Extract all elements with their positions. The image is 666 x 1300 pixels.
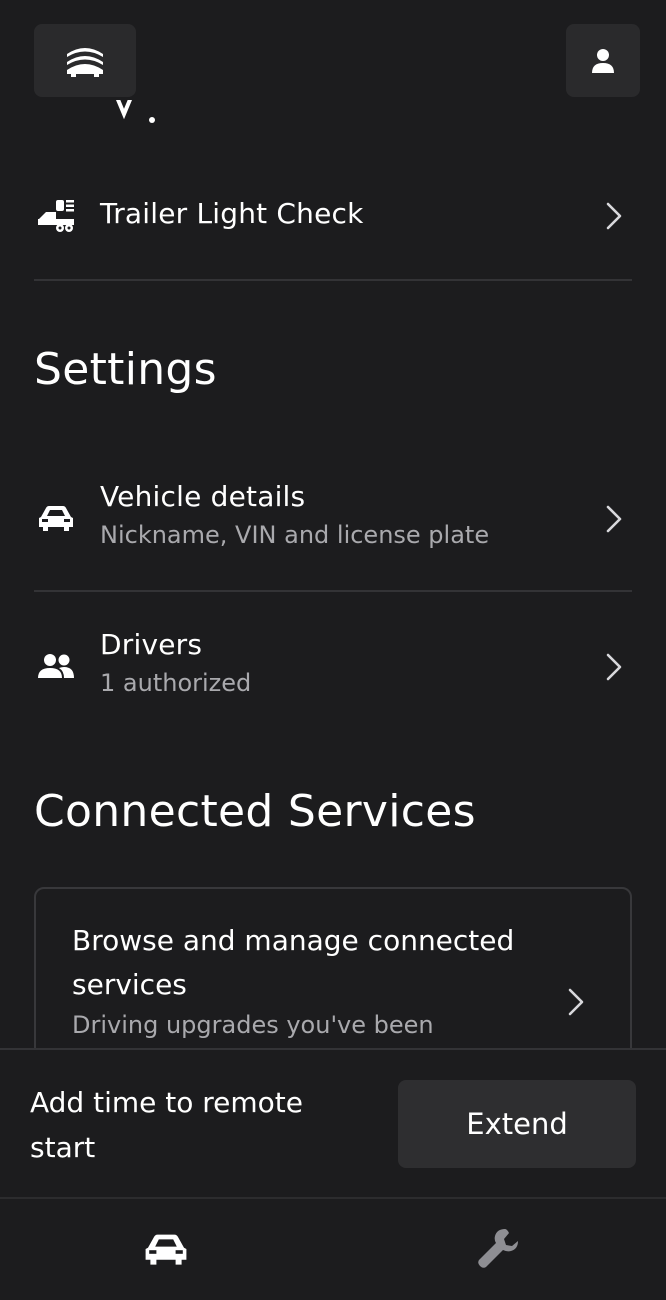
trailer-light-check-label: Trailer Light Check bbox=[100, 197, 364, 230]
trailer-light-icon bbox=[34, 194, 78, 238]
settings-heading: Settings bbox=[34, 344, 217, 395]
chevron-right-icon bbox=[568, 988, 584, 1016]
card-subtitle: Driving upgrades you've been bbox=[72, 1011, 434, 1039]
divider bbox=[34, 279, 632, 281]
connected-services-heading: Connected Services bbox=[34, 786, 476, 837]
card-title: Browse and manage connected services bbox=[72, 924, 515, 1001]
bottom-nav bbox=[0, 1197, 666, 1300]
vehicle-stack-icon bbox=[67, 47, 103, 77]
person-icon bbox=[592, 48, 614, 73]
screen: Trailer Light Check Settings Vehicle det… bbox=[0, 0, 666, 1300]
chevron-right-icon bbox=[606, 653, 622, 681]
vehicle-details-label: Vehicle details bbox=[100, 480, 306, 513]
profile-button[interactable] bbox=[566, 24, 640, 97]
people-icon bbox=[34, 644, 78, 688]
drivers-row[interactable]: Drivers 1 authorized bbox=[34, 626, 632, 708]
car-icon bbox=[145, 1234, 187, 1265]
scrolled-heading-remnant bbox=[112, 100, 172, 128]
vehicle-details-subtitle: Nickname, VIN and license plate bbox=[100, 521, 490, 549]
trailer-light-check-row[interactable]: Trailer Light Check bbox=[34, 185, 632, 247]
chevron-right-icon bbox=[606, 505, 622, 533]
vehicle-details-row[interactable]: Vehicle details Nickname, VIN and licens… bbox=[34, 478, 632, 560]
remote-start-bar: Add time to remote start Extend bbox=[0, 1048, 666, 1198]
garage-menu-button[interactable] bbox=[34, 24, 136, 97]
car-icon bbox=[34, 496, 78, 540]
remote-start-text: Add time to remote start bbox=[30, 1086, 304, 1164]
chevron-right-icon bbox=[606, 202, 622, 230]
drivers-subtitle: 1 authorized bbox=[100, 669, 252, 697]
nav-service-tab[interactable] bbox=[458, 1219, 538, 1279]
divider bbox=[34, 590, 632, 592]
drivers-label: Drivers bbox=[100, 628, 203, 661]
wrench-icon bbox=[478, 1229, 518, 1268]
extend-button[interactable]: Extend bbox=[398, 1080, 636, 1168]
nav-vehicle-tab[interactable] bbox=[126, 1219, 206, 1279]
